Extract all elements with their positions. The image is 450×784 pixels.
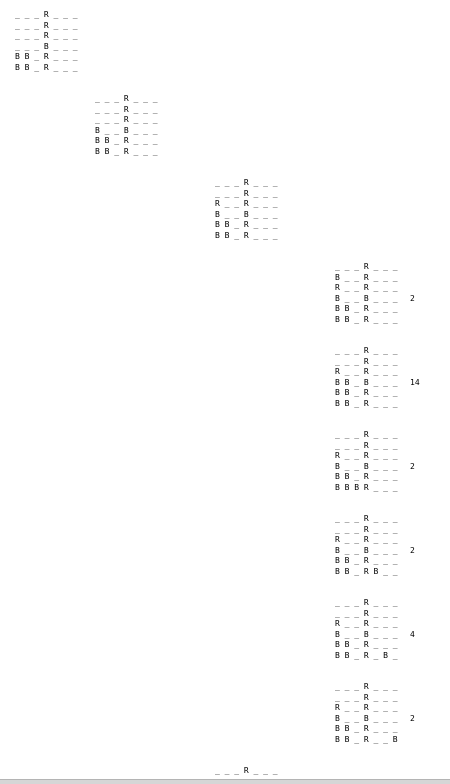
board-row: _ _ _ R _ _ _ — [95, 94, 158, 103]
board-score: 2 — [410, 294, 415, 303]
board-row: B B _ R _ _ _ — [335, 724, 398, 733]
board-score: 2 — [410, 462, 415, 471]
board-row: _ _ _ R _ _ _ — [95, 115, 158, 124]
board-depth-3: _ _ _ R _ _ _ B _ _ R _ _ _ R _ _ R _ _ … — [335, 262, 398, 325]
horizontal-scrollbar[interactable] — [0, 779, 450, 784]
board-row: _ _ _ R _ _ _ — [15, 10, 78, 19]
board-depth-3: _ _ _ R _ _ _ _ _ _ R _ _ _ R _ _ R _ _ … — [335, 346, 398, 409]
board-row: B B B R _ _ _ — [335, 482, 398, 492]
board-row: B B _ R _ _ _ — [15, 52, 78, 61]
board-row: _ _ _ R _ _ _ — [95, 104, 158, 114]
board-depth-2: _ _ _ R _ _ _ — [215, 766, 278, 777]
board-row: _ _ _ R _ _ _ — [335, 608, 398, 618]
board-row: B _ _ B _ _ _ — [95, 125, 158, 135]
board-row: R _ _ R _ _ _ — [215, 199, 278, 208]
board-depth-0: _ _ _ R _ _ _ _ _ _ R _ _ _ _ _ _ R _ _ … — [15, 10, 78, 73]
board-row: _ _ _ R _ _ _ — [335, 682, 398, 691]
page: { "boards": [ { "rows": ["_ _ _ R _ _ _"… — [0, 0, 450, 784]
board-depth-2: _ _ _ R _ _ _ _ _ _ R _ _ _ R _ _ R _ _ … — [215, 178, 278, 241]
board-row: R _ _ R _ _ _ — [335, 619, 398, 628]
board-row: _ _ _ R _ _ _ — [335, 514, 398, 523]
board-depth-1: _ _ _ R _ _ _ _ _ _ R _ _ _ _ _ _ R _ _ … — [95, 94, 158, 157]
board-row: _ _ _ R _ _ _ — [335, 440, 398, 450]
board-row: B B _ R _ B _ — [335, 650, 398, 660]
board-row: B _ _ B _ _ _ — [335, 629, 398, 639]
board-row: B B _ R _ _ _ — [335, 640, 398, 649]
board-row: R _ _ R _ _ _ — [335, 703, 398, 712]
board-row: B B _ R _ _ _ — [15, 62, 78, 72]
board-row: B _ _ B _ _ _ — [215, 209, 278, 219]
board-row: _ _ _ R _ _ _ — [335, 692, 398, 702]
board-row: B B _ R _ _ _ — [335, 556, 398, 565]
board-row: _ _ _ R _ _ _ — [215, 178, 278, 187]
board-row: B _ _ R _ _ _ — [335, 272, 398, 282]
board-row: _ _ _ R _ _ _ — [15, 31, 78, 40]
board-score: 14 — [410, 378, 420, 387]
board-row: _ _ _ R _ _ _ — [15, 20, 78, 30]
board-row: R _ _ R _ _ _ — [335, 367, 398, 376]
board-row: B B _ R _ _ _ — [335, 314, 398, 324]
board-row: R _ _ R _ _ _ — [335, 451, 398, 460]
board-row: B B _ R _ _ _ — [215, 230, 278, 240]
board-row: _ _ _ B _ _ _ — [15, 41, 78, 51]
board-depth-3: _ _ _ R _ _ _ _ _ _ R _ _ _ R _ _ R _ _ … — [335, 514, 398, 577]
board-score: 4 — [410, 630, 415, 639]
board-depth-3: _ _ _ R _ _ _ _ _ _ R _ _ _ R _ _ R _ _ … — [335, 430, 398, 493]
board-row: _ _ _ R _ _ _ — [215, 188, 278, 198]
board-score: 2 — [410, 714, 415, 723]
board-row: B B _ R B _ _ — [335, 566, 398, 576]
board-row: B B _ B _ _ _ — [335, 377, 398, 387]
board-depth-3: _ _ _ R _ _ _ _ _ _ R _ _ _ R _ _ R _ _ … — [335, 598, 398, 661]
board-row: B B _ R _ _ _ — [335, 472, 398, 481]
board-row: B B _ R _ _ _ — [95, 146, 158, 156]
board-score: 2 — [410, 546, 415, 555]
board-row: B B _ R _ _ _ — [95, 136, 158, 145]
board-row: _ _ _ R _ _ _ — [335, 598, 398, 607]
board-row: _ _ _ R _ _ _ — [335, 262, 398, 271]
board-row: B _ _ B _ _ _ — [335, 293, 398, 303]
board-row: _ _ _ R _ _ _ — [335, 430, 398, 439]
board-row: B _ _ B _ _ _ — [335, 461, 398, 471]
board-row: B B _ R _ _ _ — [335, 304, 398, 313]
board-row: B B _ R _ _ _ — [215, 220, 278, 229]
board-row: B B _ R _ _ _ — [335, 388, 398, 397]
board-depth-3: _ _ _ R _ _ _ _ _ _ R _ _ _ R _ _ R _ _ … — [335, 682, 398, 745]
board-row: _ _ _ R _ _ _ — [335, 524, 398, 534]
board-row: R _ _ R _ _ _ — [335, 535, 398, 544]
board-row: _ _ _ R _ _ _ — [335, 356, 398, 366]
board-row: B _ _ B _ _ _ — [335, 545, 398, 555]
board-row: B B _ R _ _ _ — [335, 398, 398, 408]
board-row: _ _ _ R _ _ _ — [335, 346, 398, 355]
board-row: B B _ R _ _ B — [335, 734, 398, 744]
board-row: R _ _ R _ _ _ — [335, 283, 398, 292]
board-row: B _ _ B _ _ _ — [335, 713, 398, 723]
board-row: _ _ _ R _ _ _ — [215, 766, 278, 775]
